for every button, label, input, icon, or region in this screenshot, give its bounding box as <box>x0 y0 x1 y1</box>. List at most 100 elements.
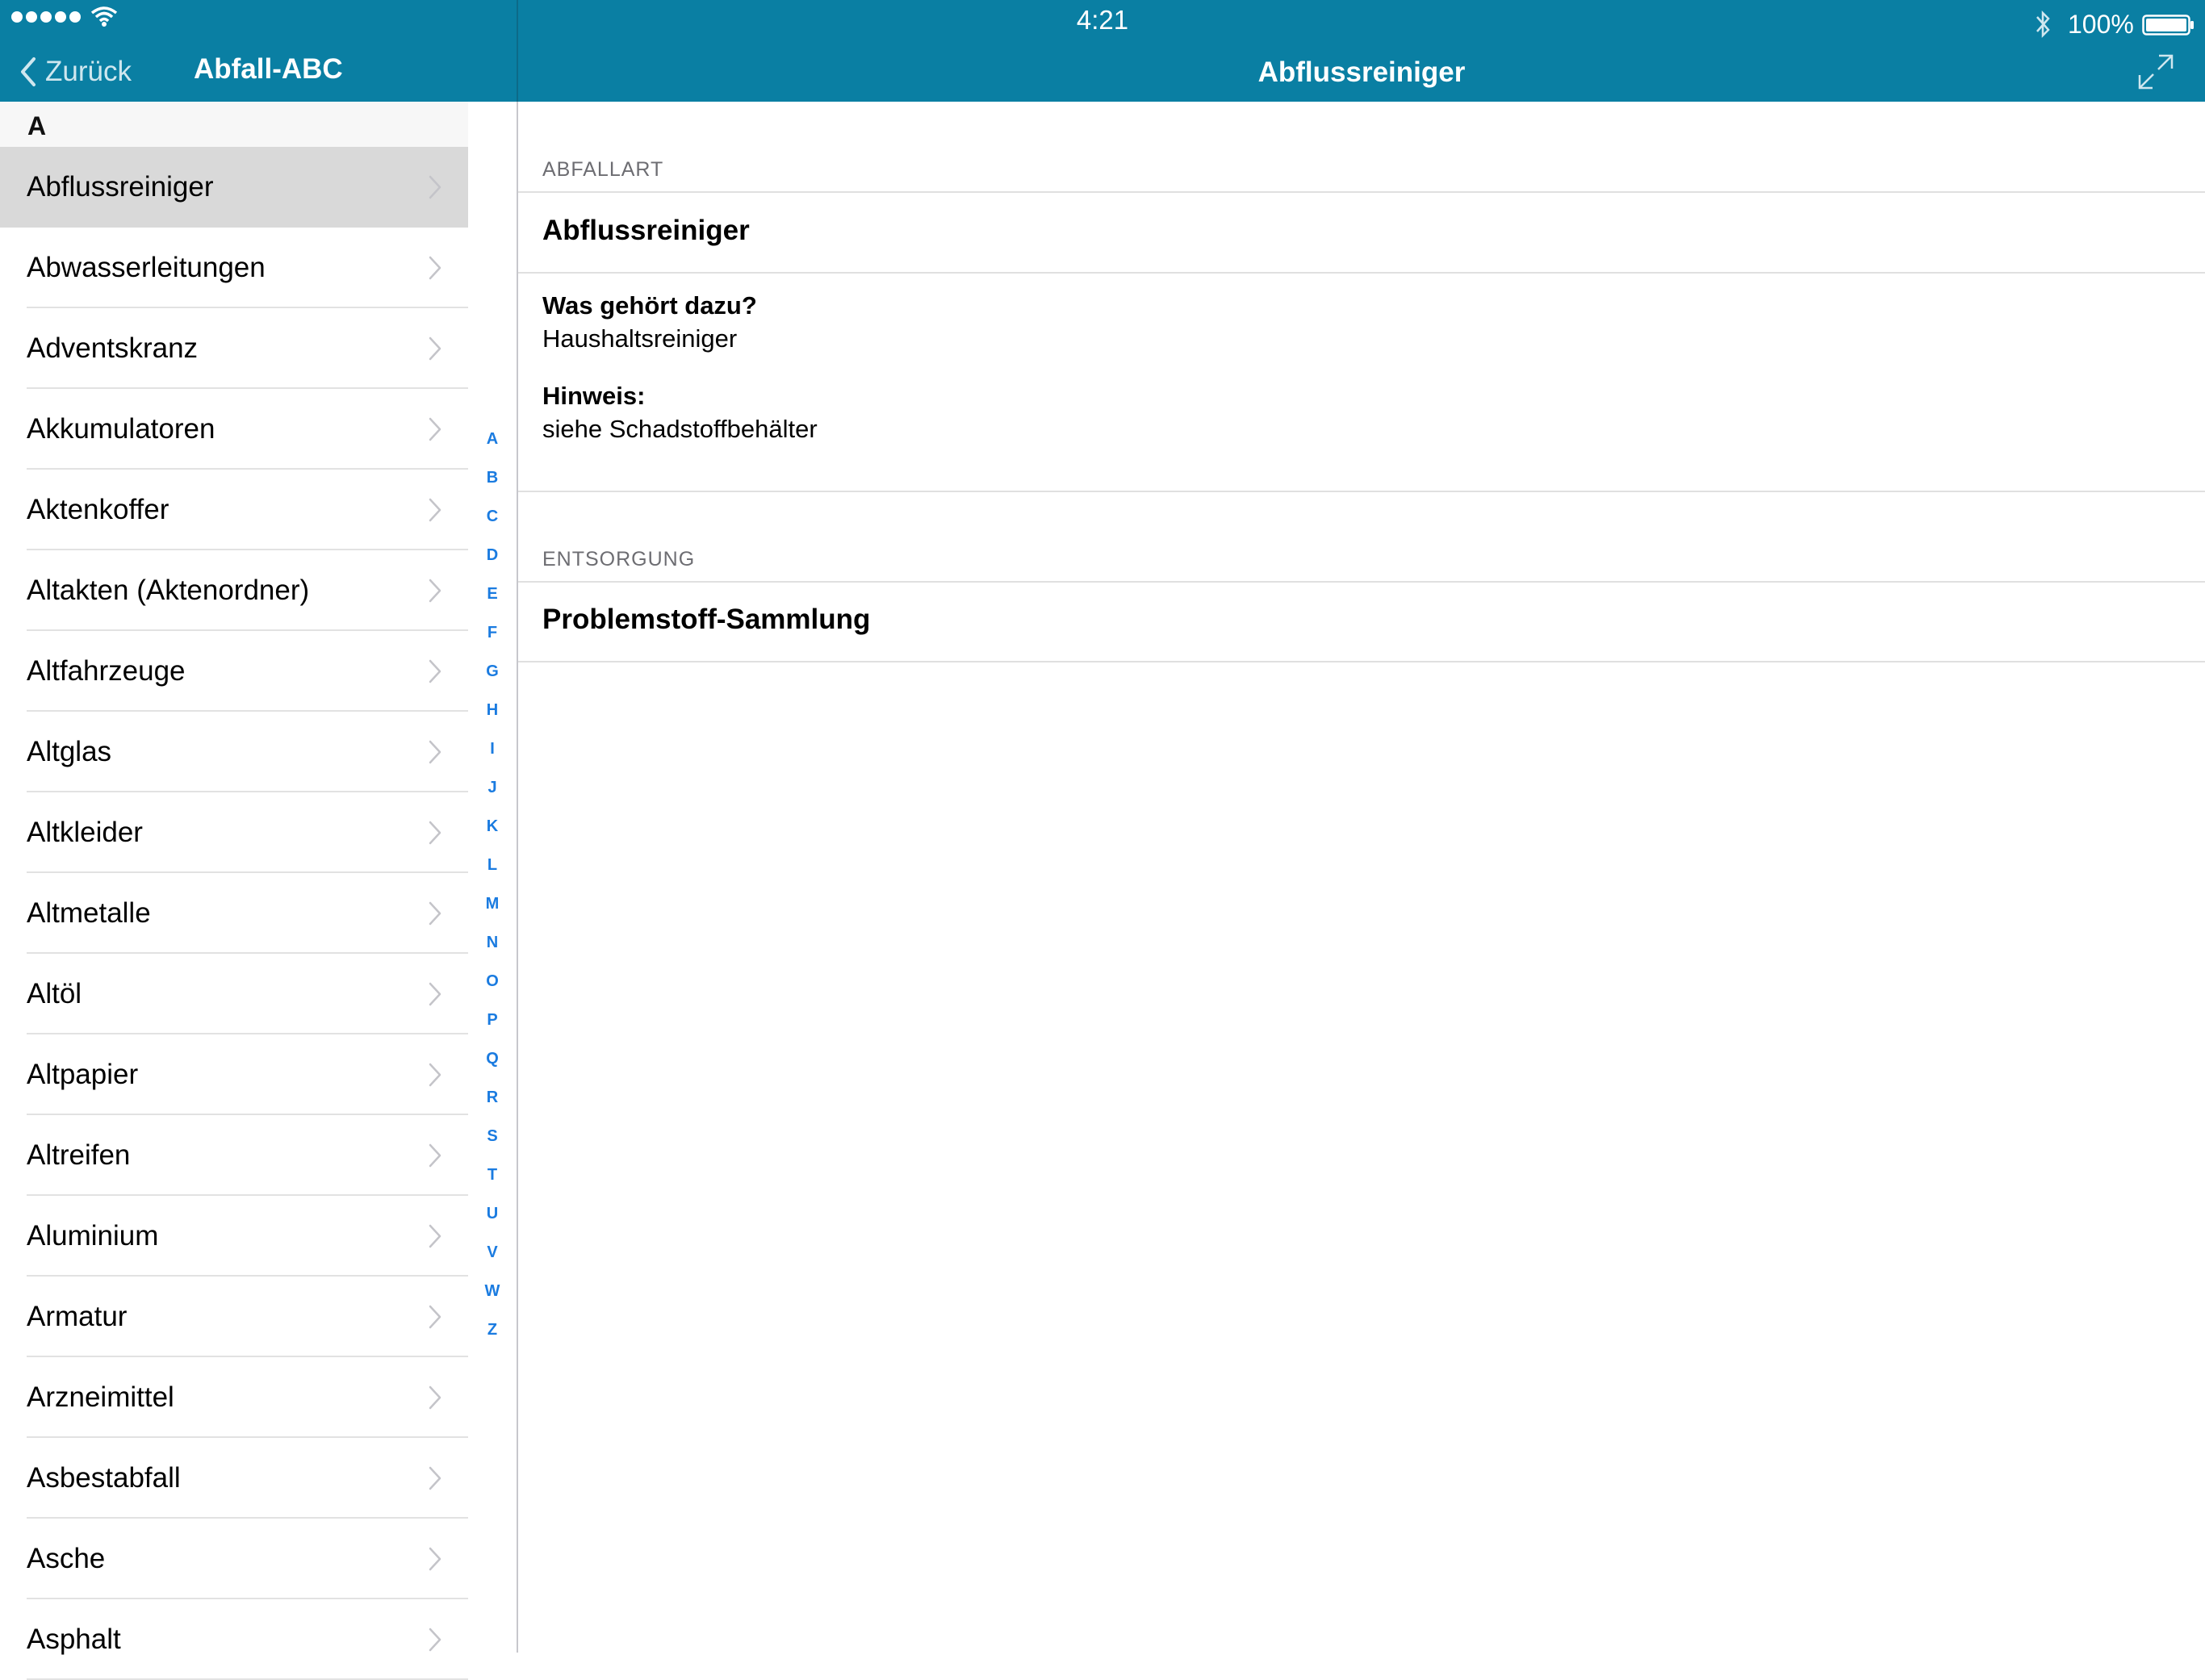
list-item[interactable]: Altakten (Aktenordner) <box>0 550 468 631</box>
list-item[interactable]: Adventskranz <box>0 308 468 389</box>
index-letter[interactable]: Z <box>473 1310 512 1349</box>
index-letter[interactable]: G <box>473 652 512 691</box>
battery-percentage: 100% <box>2068 10 2134 39</box>
index-letter[interactable]: H <box>473 691 512 729</box>
list-item[interactable]: Arzneimittel <box>0 1357 468 1438</box>
chevron-right-icon <box>428 739 442 769</box>
list-item-label: Abwasserleitungen <box>27 252 266 283</box>
index-letter[interactable]: B <box>473 458 512 497</box>
list-item[interactable]: Asche <box>0 1519 468 1599</box>
chevron-right-icon <box>428 901 442 930</box>
list-item[interactable]: Asphalt <box>0 1599 468 1680</box>
list-item-label: Armatur <box>27 1301 128 1332</box>
abfallart-value: Abflussreiniger <box>542 215 750 246</box>
list-item[interactable]: Altöl <box>0 954 468 1034</box>
hint-title: Hinweis: <box>542 382 646 410</box>
expand-icon[interactable] <box>2137 53 2174 94</box>
list-item[interactable]: Altpapier <box>0 1034 468 1115</box>
wifi-icon <box>90 5 118 31</box>
list-item[interactable]: Altkleider <box>0 792 468 873</box>
index-letter[interactable]: J <box>473 768 512 807</box>
list-item-label: Arzneimittel <box>27 1381 174 1413</box>
index-letter[interactable]: R <box>473 1078 512 1117</box>
chevron-right-icon <box>428 1546 442 1576</box>
list-item[interactable]: Aluminium <box>0 1196 468 1277</box>
list-item-label: Aluminium <box>27 1220 159 1252</box>
divider <box>518 272 2205 274</box>
master-pane: A Abflussreiniger Abwasserleitungen Advent… <box>0 102 517 1680</box>
chevron-left-icon <box>21 57 36 86</box>
chevron-right-icon <box>428 497 442 527</box>
list-item[interactable]: Akkumulatoren <box>0 389 468 470</box>
list-item-label: Altkleider <box>27 817 143 848</box>
index-letter[interactable]: E <box>473 575 512 613</box>
chevron-right-icon <box>428 1465 442 1495</box>
chevron-right-icon <box>428 1143 442 1172</box>
index-letter[interactable]: C <box>473 497 512 536</box>
alphabet-index[interactable]: ABCDEFGHIJKLMNOPQRSTUVWZ <box>473 420 512 1349</box>
index-letter[interactable]: W <box>473 1272 512 1310</box>
list-item[interactable]: Altfahrzeuge <box>0 631 468 712</box>
list-item[interactable]: Aktenkoffer <box>0 470 468 550</box>
index-letter[interactable]: I <box>473 729 512 768</box>
chevron-right-icon <box>428 578 442 608</box>
chevron-right-icon <box>428 1385 442 1415</box>
list-item[interactable]: Altreifen <box>0 1115 468 1196</box>
back-button-label: Zurück <box>45 56 132 87</box>
list-item-label: Altreifen <box>27 1139 131 1171</box>
chevron-right-icon <box>428 1627 442 1657</box>
list-item[interactable]: Abwasserleitungen <box>0 228 468 308</box>
chevron-right-icon <box>428 658 442 688</box>
index-letter[interactable]: N <box>473 923 512 962</box>
status-time: 4:21 <box>1076 5 1129 35</box>
list-item[interactable]: Altmetalle <box>0 873 468 954</box>
list-item[interactable]: Asbestabfall <box>0 1438 468 1519</box>
detail-title: Abflussreiniger <box>1257 56 1466 88</box>
index-letter[interactable]: V <box>473 1233 512 1272</box>
chevron-right-icon <box>428 1223 442 1253</box>
list-item[interactable]: Armatur <box>0 1277 468 1357</box>
index-letter[interactable]: T <box>473 1156 512 1194</box>
list-item-label: Abflussreiniger <box>27 171 214 203</box>
back-button[interactable]: Zurück <box>18 53 132 90</box>
index-letter[interactable]: O <box>473 962 512 1001</box>
index-letter[interactable]: A <box>473 420 512 458</box>
list-item-label: Aktenkoffer <box>27 494 169 525</box>
index-letter[interactable]: Q <box>473 1039 512 1078</box>
section-header-label: A <box>27 111 47 140</box>
list-item-label: Altakten (Aktenordner) <box>27 575 310 606</box>
list-item-label: Altmetalle <box>27 897 151 929</box>
index-letter[interactable]: L <box>473 846 512 884</box>
question-text: Haushaltsreiniger <box>542 324 738 353</box>
question-title: Was gehört dazu? <box>542 291 757 320</box>
index-letter[interactable]: K <box>473 807 512 846</box>
index-letter[interactable]: P <box>473 1001 512 1039</box>
chevron-right-icon <box>428 1062 442 1092</box>
list-item[interactable]: Altglas <box>0 712 468 792</box>
list-item[interactable]: Abflussreiniger <box>0 147 468 228</box>
list-item-label: Asbestabfall <box>27 1462 181 1494</box>
navigation-bar: 4:21 100% Zurück Abfall-ABC Abflussreini… <box>0 0 2205 102</box>
chevron-right-icon <box>428 174 442 204</box>
index-letter[interactable]: U <box>473 1194 512 1233</box>
list-item-label: Asphalt <box>27 1624 121 1655</box>
detail-pane: ABFALLART Abflussreiniger Was gehört daz… <box>518 102 2205 1653</box>
master-title: Abfall-ABC <box>194 53 343 85</box>
list-item-label: Altöl <box>27 978 82 1009</box>
divider <box>518 661 2205 662</box>
list-item-label: Adventskranz <box>27 332 199 364</box>
chevron-right-icon <box>428 1304 442 1334</box>
index-letter[interactable]: F <box>473 613 512 652</box>
list-item-label: Altglas <box>27 736 112 767</box>
waste-list: Abflussreiniger Abwasserleitungen Adventsk… <box>0 147 468 1680</box>
chevron-right-icon <box>428 255 442 285</box>
index-letter[interactable]: S <box>473 1117 512 1156</box>
list-item-label: Altpapier <box>27 1059 139 1090</box>
index-letter[interactable]: M <box>473 884 512 923</box>
entsorgung-value[interactable]: Problemstoff-Sammlung <box>542 604 870 636</box>
signal-strength-icon <box>11 11 81 23</box>
abfallart-section-header: ABFALLART <box>542 158 664 181</box>
chevron-right-icon <box>428 336 442 366</box>
index-letter[interactable]: D <box>473 536 512 575</box>
list-item-label: Asche <box>27 1543 106 1574</box>
